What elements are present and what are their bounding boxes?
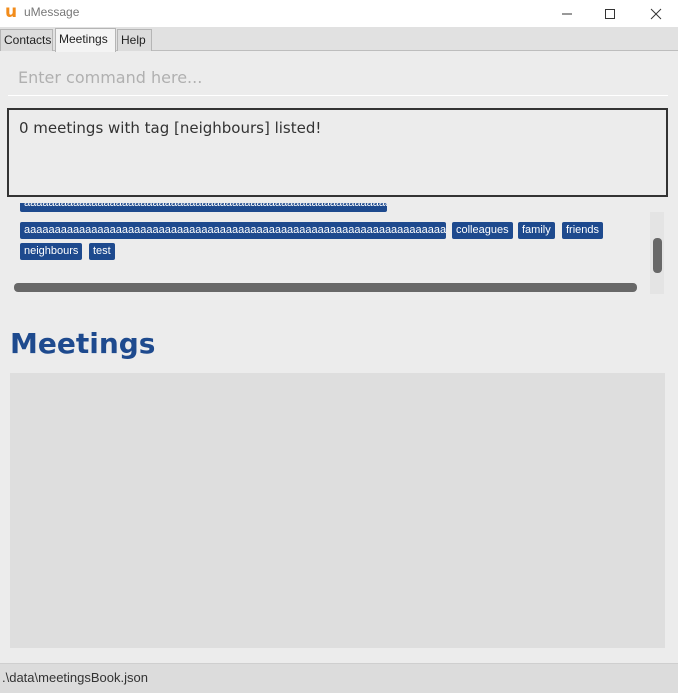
tag-friends: friends: [562, 222, 604, 239]
maximize-button[interactable]: [587, 0, 633, 27]
meetings-heading: Meetings: [10, 327, 156, 360]
app-logo-icon: u: [5, 2, 18, 22]
minimize-icon: [562, 13, 572, 14]
tag-neighbours: neighbours: [20, 243, 83, 260]
close-button[interactable]: [633, 0, 678, 27]
tag-family: family: [518, 222, 555, 239]
result-display: 0 meetings with tag [neighbours] listed!: [7, 108, 668, 197]
tab-help[interactable]: Help: [117, 29, 152, 51]
horizontal-scrollbar-thumb[interactable]: [14, 283, 637, 292]
save-location-path: .\data\meetingsBook.json: [2, 670, 148, 685]
result-text: 0 meetings with tag [neighbours] listed!: [19, 119, 322, 137]
minimize-button[interactable]: [544, 0, 590, 27]
close-icon: [650, 8, 662, 19]
meetings-list[interactable]: [10, 373, 665, 648]
status-bar: .\data\meetingsBook.json: [0, 663, 678, 693]
title-bar: u uMessage: [0, 0, 678, 27]
window-title: uMessage: [24, 5, 80, 19]
tab-contacts[interactable]: Contacts: [0, 29, 53, 51]
tag-test: test: [89, 243, 115, 260]
command-input[interactable]: [8, 62, 668, 92]
maximize-icon: [605, 8, 615, 19]
tag-list: aaaaaaaaaaaaaaaaaaaaaaaaaaaaaaaaaaaaaaaa…: [8, 203, 650, 275]
command-box: [8, 62, 668, 96]
vertical-scrollbar-thumb[interactable]: [653, 238, 662, 273]
tag-label: aaaaaaaaaaaaaaaaaaaaaaaaaaaaaaaaaaaaaaaa…: [20, 222, 446, 239]
tab-meetings[interactable]: Meetings: [55, 28, 116, 52]
tab-bar: Contacts Meetings Help: [0, 27, 678, 52]
tag-label: aaaaaaaaaaaaaaaaaaaaaaaaaaaaaaaaaaaaaaaa…: [20, 203, 387, 212]
tag-colleagues: colleagues: [452, 222, 513, 239]
